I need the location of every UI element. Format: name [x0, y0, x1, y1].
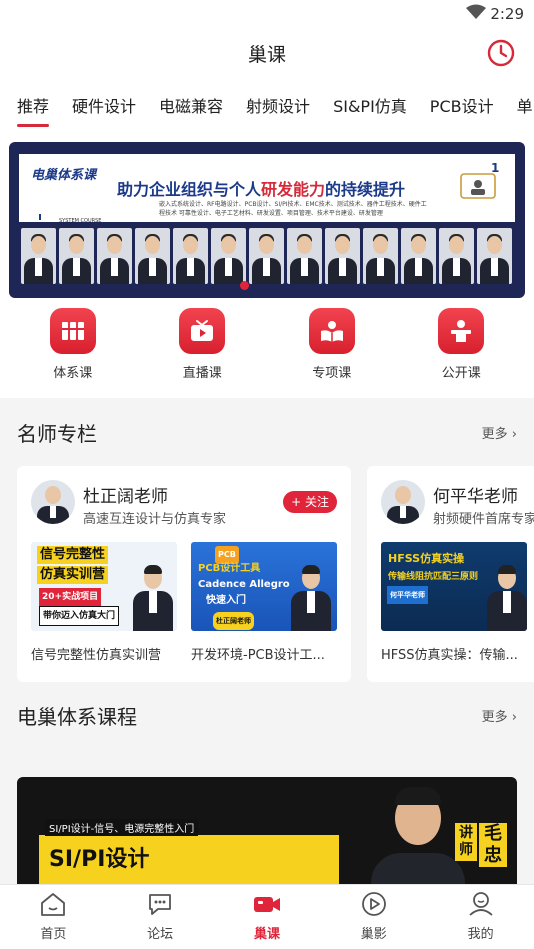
course-title[interactable]: 开发环境-PCB设计工...: [191, 644, 337, 663]
teacher-photo: [135, 228, 170, 284]
user-icon: [467, 891, 495, 921]
avatar: [31, 480, 75, 524]
play-icon: [360, 891, 388, 921]
teacher-name: 何平华老师: [433, 487, 518, 507]
course-thumbnail[interactable]: HFSS仿真实操 传输线阻抗匹配三原则 何平华老师: [381, 542, 527, 631]
course-title[interactable]: 信号完整性仿真实训营: [31, 644, 177, 663]
nav-mine[interactable]: 我的: [446, 885, 516, 949]
teacher-photo: [249, 228, 284, 284]
follow-button[interactable]: + 关注: [283, 491, 337, 513]
course-thumbnail[interactable]: 信号完整性 仿真实训营 20+实战项目 带你迈入仿真大门: [31, 542, 177, 631]
banner-logo: 电巢体系课: [31, 168, 97, 183]
banner-title-panel: 电巢体系课 助力企业组织与个人研发能力的持续提升 嵌入式系统设计、RF电路设计、…: [19, 154, 515, 224]
famous-teacher-header: 名师专栏 更多 ›: [0, 398, 534, 466]
svg-text:1: 1: [491, 161, 499, 175]
teacher-desc: 高速互连设计与仿真专家: [83, 512, 227, 527]
tab-hardware[interactable]: 硬件设计: [72, 78, 136, 117]
video-camera-icon: [252, 891, 282, 921]
presenter-image: [131, 561, 175, 631]
tv-icon: [179, 308, 226, 354]
status-bar: 2:29: [0, 0, 534, 28]
course-teacher-name: 毛忠: [479, 823, 507, 867]
quick-label: 体系课: [53, 366, 93, 381]
lectern-icon: [438, 308, 485, 354]
quick-label: 公开课: [441, 366, 481, 381]
teacher-photo: [401, 228, 436, 284]
quick-live-course[interactable]: 直播课: [162, 294, 242, 398]
course-big-title: SI/PI设计: [49, 847, 150, 872]
system-course-header: 电巢体系课程 更多 ›: [0, 688, 534, 742]
banner-teacher-strip: [21, 228, 512, 284]
history-clock-icon[interactable]: [486, 38, 516, 72]
chevron-right-icon: ›: [511, 709, 517, 725]
tab-recommend[interactable]: 推荐: [17, 78, 50, 127]
teacher-photo: [477, 228, 512, 284]
teacher-photo: [97, 228, 132, 284]
presenter-image: [289, 561, 333, 631]
chat-icon: [146, 891, 174, 921]
tab-sipi[interactable]: SI&PI仿真: [333, 78, 407, 117]
teacher-photo: [21, 228, 56, 284]
tab-rf[interactable]: 射频设计: [246, 78, 310, 117]
teacher-photo: [173, 228, 208, 284]
teacher-name: 杜正阔老师: [83, 487, 168, 507]
teacher-photo: [211, 228, 246, 284]
chevron-right-icon: ›: [511, 426, 517, 442]
banner-course-icon: 1: [457, 160, 501, 210]
banner-section: 电巢体系课 助力企业组织与个人研发能力的持续提升 嵌入式系统设计、RF电路设计、…: [0, 134, 534, 298]
quick-label: 直播课: [182, 366, 222, 381]
quick-system-course[interactable]: 体系课: [33, 294, 113, 398]
promo-banner[interactable]: 电巢体系课 助力企业组织与个人研发能力的持续提升 嵌入式系统设计、RF电路设计、…: [9, 142, 525, 298]
quick-special-course[interactable]: 专项课: [292, 294, 372, 398]
teacher-photo: [287, 228, 322, 284]
teacher-photo: [325, 228, 360, 284]
teacher-card[interactable]: 何平华老师 射频硬件首席专家 HFSS仿真实操 传输线阻抗匹配三原则 何平华老师…: [367, 466, 534, 682]
carousel-indicator[interactable]: [240, 281, 249, 290]
presenter-image: [485, 561, 527, 631]
teacher-desc: 射频硬件首席专家: [433, 512, 534, 527]
home-icon: [39, 891, 67, 921]
course-tag: SI/PI设计-信号、电源完整性入门: [45, 819, 199, 836]
teacher-photo: [439, 228, 474, 284]
open-book-icon: [308, 308, 355, 354]
nav-video[interactable]: 巢影: [339, 885, 409, 949]
section-title: 电巢体系课程: [17, 704, 137, 729]
tab-more[interactable]: 单: [517, 78, 533, 117]
nav-home[interactable]: 首页: [18, 885, 88, 949]
course-side-label: 讲师: [455, 823, 477, 861]
banner-subline: 嵌入式系统设计、RF电路设计、PCB设计、SI/PI技术、EMC技术、测试技术、…: [159, 201, 427, 217]
page-title: 巢课: [247, 43, 286, 66]
banner-sys-label: SYSTEM COURSE: [59, 218, 102, 224]
nav-course[interactable]: 巢课: [232, 885, 302, 949]
app-header: 巢课: [0, 28, 534, 78]
wifi-icon: [466, 4, 486, 24]
nav-forum[interactable]: 论坛: [125, 885, 195, 949]
presenter-image: [367, 781, 467, 887]
books-icon: [49, 308, 96, 354]
quick-label: 专项课: [312, 366, 352, 381]
teacher-photo: [363, 228, 398, 284]
system-more-link[interactable]: 更多 ›: [482, 706, 517, 725]
tab-pcb[interactable]: PCB设计: [430, 78, 494, 117]
banner-corner-mark: [39, 214, 45, 220]
status-time: 2:29: [490, 5, 524, 23]
quick-open-course[interactable]: 公开课: [421, 294, 501, 398]
bottom-nav: 首页 论坛 巢课 巢影 我的: [0, 884, 534, 949]
teacher-photo: [59, 228, 94, 284]
section-title: 名师专栏: [17, 421, 97, 446]
course-thumbnail[interactable]: PCB PCB设计工具 Cadence Allegro 快速入门 杜正阔老师: [191, 542, 337, 631]
quick-entry-row: 体系课 直播课 专项课 公开课: [0, 294, 534, 398]
famous-more-link[interactable]: 更多 ›: [482, 423, 517, 442]
teacher-card-row: 杜正阔老师 高速互连设计与仿真专家 + 关注 信号完整性 仿真实训营 20+实战…: [0, 466, 534, 688]
banner-headline: 助力企业组织与个人研发能力的持续提升: [117, 180, 406, 199]
system-course-card[interactable]: SI/PI设计-信号、电源完整性入门 SI/PI设计 讲师 毛忠: [17, 777, 517, 887]
teacher-card[interactable]: 杜正阔老师 高速互连设计与仿真专家 + 关注 信号完整性 仿真实训营 20+实战…: [17, 466, 351, 682]
course-title[interactable]: HFSS仿真实操：传输...: [381, 644, 527, 663]
tab-emc[interactable]: 电磁兼容: [159, 78, 223, 117]
avatar: [381, 480, 425, 524]
category-tabs: 推荐 硬件设计 电磁兼容 射频设计 SI&PI仿真 PCB设计 单: [0, 78, 534, 134]
